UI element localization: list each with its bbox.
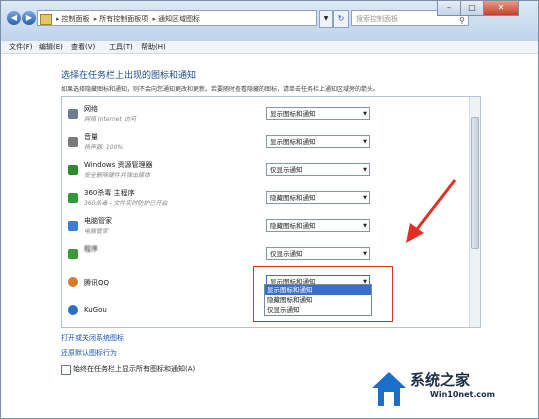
- close-button[interactable]: ✕: [483, 1, 519, 16]
- shield-icon: [68, 221, 78, 231]
- chevron-down-icon: ▼: [363, 251, 367, 257]
- always-show-checkbox[interactable]: [61, 365, 71, 375]
- behavior-select[interactable]: 显示图标和通知 ▼: [266, 107, 370, 120]
- chevron-down-icon: ▼: [363, 167, 367, 173]
- volume-icon: [68, 137, 78, 147]
- forward-icon[interactable]: ▶: [22, 11, 36, 25]
- address-dropdown-icon[interactable]: ▼: [319, 10, 333, 28]
- behavior-select[interactable]: 仅显示通知 ▼: [266, 247, 370, 260]
- back-icon[interactable]: ◀: [7, 11, 21, 25]
- menu-file[interactable]: 文件(F): [9, 42, 33, 52]
- always-show-label: 始终在任务栏上显示所有图标和通知(A): [73, 365, 196, 373]
- red-arrow-icon: [406, 179, 457, 243]
- system-icons-link[interactable]: 打开或关闭系统图标: [61, 333, 124, 343]
- chevron-down-icon: ▼: [363, 111, 367, 117]
- menu-tools[interactable]: 工具(T): [109, 42, 133, 52]
- list-scrollbar[interactable]: [469, 97, 480, 327]
- maximize-button[interactable]: □: [460, 1, 484, 16]
- breadcrumb-item[interactable]: 所有控制面板项: [99, 15, 148, 23]
- list-item: 程序 仅显示通知 ▼: [62, 241, 467, 269]
- behavior-select[interactable]: 仅显示通知 ▼: [266, 163, 370, 176]
- list-item: 网络 网络 Internet 访问 显示图标和通知 ▼: [62, 101, 467, 129]
- watermark-url: Win10net.com: [430, 390, 495, 399]
- behavior-select[interactable]: 隐藏图标和通知 ▼: [266, 191, 370, 204]
- menu-bar: 文件(F) 编辑(E) 查看(V) 工具(T) 帮助(H): [1, 41, 538, 54]
- app-icon: [68, 249, 78, 259]
- site-watermark: 系统之家 Win10net.com: [370, 366, 535, 416]
- network-icon: [68, 109, 78, 119]
- list-item: 音量 扬声器: 100% 显示图标和通知 ▼: [62, 129, 467, 157]
- breadcrumb-item[interactable]: 控制面板: [62, 15, 90, 23]
- minimize-button[interactable]: –: [437, 1, 461, 16]
- page-title: 选择在任务栏上出现的图标和通知: [61, 71, 197, 81]
- chevron-down-icon: ▼: [363, 139, 367, 145]
- kugou-icon: [68, 305, 78, 315]
- menu-help[interactable]: 帮助(H): [141, 42, 166, 52]
- house-logo-icon: [372, 372, 406, 406]
- watermark-text: 系统之家: [410, 371, 471, 389]
- behavior-select[interactable]: 显示图标和通知 ▼: [266, 135, 370, 148]
- title-bar: ◀ ▶ ▸ 控制面板 ▸ 所有控制面板项 ▸ 通知区域图标 ▼ ↻ 搜索控制面板 ⚲ …: [1, 1, 538, 42]
- qq-icon: [68, 277, 78, 287]
- scrollbar-thumb[interactable]: [471, 117, 479, 249]
- address-bar[interactable]: ▸ 控制面板 ▸ 所有控制面板项 ▸ 通知区域图标: [37, 10, 317, 26]
- menu-edit[interactable]: 编辑(E): [39, 42, 63, 52]
- behavior-select[interactable]: 隐藏图标和通知 ▼: [266, 219, 370, 232]
- usb-icon: [68, 165, 78, 175]
- chevron-down-icon: ▼: [363, 195, 367, 201]
- chevron-down-icon: ▼: [363, 223, 367, 229]
- control-panel-icon: [40, 14, 52, 25]
- breadcrumb-item[interactable]: 通知区域图标: [158, 15, 200, 23]
- page-description: 如果选择隐藏图标和通知，则不会向您通知更改和更新。若要随时查看隐藏的图标，请单击…: [61, 86, 380, 93]
- antivirus-icon: [68, 193, 78, 203]
- menu-view[interactable]: 查看(V): [71, 42, 95, 52]
- highlight-box: [253, 266, 393, 322]
- refresh-icon[interactable]: ↻: [333, 10, 349, 28]
- restore-defaults-link[interactable]: 还原默认图标行为: [61, 348, 117, 358]
